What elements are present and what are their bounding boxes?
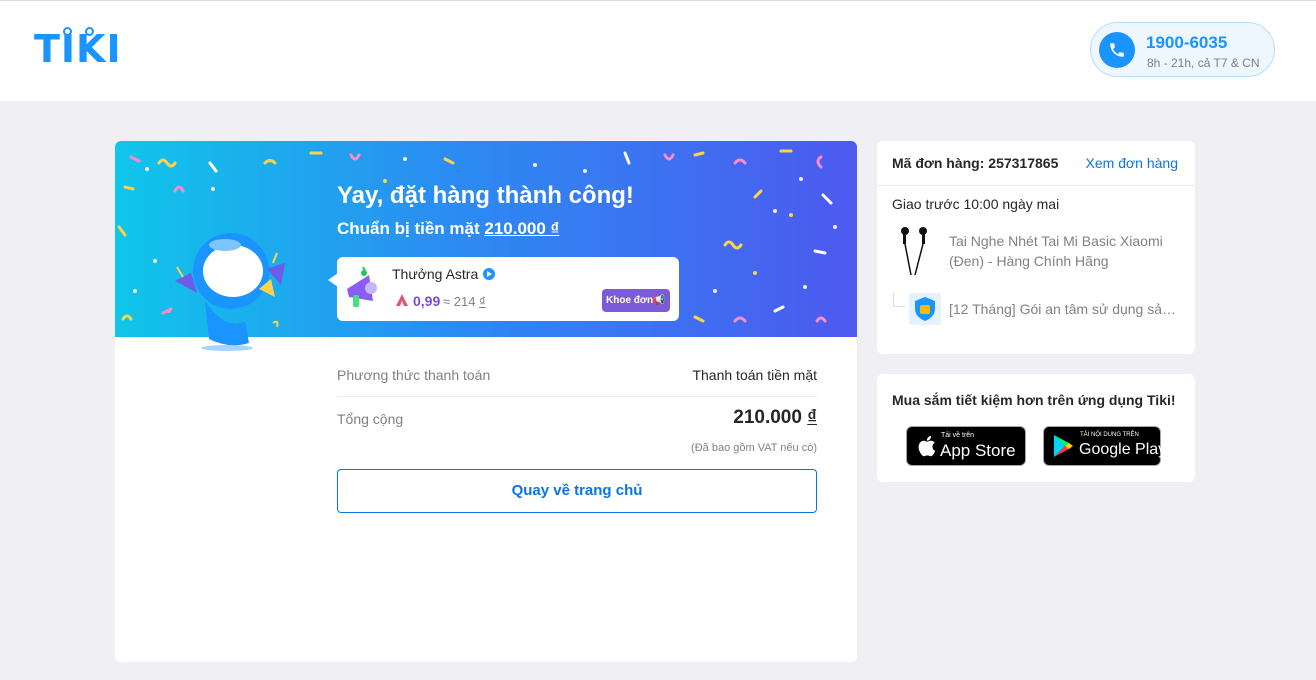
tiki-mascot-illustration: [167, 233, 285, 351]
view-order-link[interactable]: Xem đơn hàng: [1086, 155, 1178, 171]
logo-dot: [85, 27, 94, 36]
top-header: TIKI 1900-6035 8h - 21h, cả T7 & CN: [0, 0, 1316, 101]
order-success-card: Yay, đặt hàng thành công! Chuẩn bị tiền …: [115, 141, 857, 662]
astra-icon: [396, 294, 408, 306]
astra-approx-value: ≈ 214 ₫: [443, 294, 486, 309]
total-row: Tổng cộng 210.000 ₫: [337, 407, 817, 428]
total-value: 210.000 ₫: [733, 407, 817, 428]
item-connector: [893, 293, 905, 307]
hotline-badge[interactable]: 1900-6035 8h - 21h, cả T7 & CN: [1090, 22, 1275, 77]
tiki-logo[interactable]: TIKI: [34, 27, 122, 69]
google-play-label: Google Play: [1079, 441, 1167, 458]
google-play-button[interactable]: TẢI NỘI DUNG TRÊN Google Play: [1043, 426, 1166, 466]
order-item-name: Tai Nghe Nhét Tai Mi Basic Xiaomi (Đen) …: [949, 233, 1163, 269]
astra-value: 0,99: [413, 293, 441, 309]
shield-icon: [909, 293, 941, 325]
payment-method-row: Phương thức thanh toán Thanh toán tiền m…: [337, 367, 817, 383]
google-play-small-text: TẢI NỘI DUNG TRÊN: [1080, 432, 1139, 438]
total-label: Tổng cộng: [337, 411, 404, 427]
success-banner: Yay, đặt hàng thành công! Chuẩn bị tiền …: [115, 141, 857, 351]
earphones-icon: [901, 227, 927, 276]
hotline-number: 1900-6035: [1146, 33, 1228, 52]
hotline-hours: 8h - 21h, cả T7 & CN: [1147, 56, 1260, 70]
apple-icon: [918, 435, 936, 457]
app-store-button[interactable]: Tải về trên App Store: [906, 426, 1026, 466]
order-summary-header: Mã đơn hàng: 257317865 Xem đơn hàng: [877, 141, 1195, 186]
phone-icon: [1099, 32, 1135, 68]
cash-amount: 210.000 ₫: [484, 219, 560, 238]
astra-reward-label: Thưởng Astra: [392, 266, 479, 282]
success-title: Yay, đặt hàng thành công!: [337, 182, 634, 209]
order-code: Mã đơn hàng: 257317865: [892, 155, 1059, 171]
app-promo-title: Mua sắm tiết kiệm hơn trên ứng dụng Tiki…: [892, 392, 1176, 408]
megaphone-icon: [347, 266, 377, 307]
order-item-name: [12 Tháng] Gói an tâm sử dụng sản phẩm: [949, 301, 1183, 317]
app-promo-card: Mua sắm tiết kiệm hơn trên ứng dụng Tiki…: [877, 374, 1195, 482]
share-order-button[interactable]: Khoe đơn 📢: [602, 289, 670, 312]
app-store-small-text: Tải về trên: [941, 432, 975, 439]
payment-method-value: Thanh toán tiền mặt: [692, 367, 817, 383]
logo-dot: [63, 27, 72, 36]
app-store-label: App Store: [940, 441, 1016, 460]
delivery-estimate: Giao trước 10:00 ngày mai: [892, 196, 1060, 212]
back-to-home-button[interactable]: Quay về trang chủ: [337, 469, 817, 513]
astra-reward-box: Thưởng Astra 0,99 ≈ 214 ₫ Khoe đơn 📢: [328, 257, 679, 321]
share-icon: 📢: [652, 295, 665, 306]
payment-method-label: Phương thức thanh toán: [337, 367, 491, 383]
vat-note: (Đã bao gồm VAT nếu có): [691, 442, 817, 454]
order-summary-card: Mã đơn hàng: 257317865 Xem đơn hàng Giao…: [877, 141, 1195, 354]
info-icon[interactable]: [483, 268, 495, 280]
cash-reminder: Chuẩn bị tiền mặt 210.000 ₫: [337, 219, 560, 238]
google-play-icon: [1054, 435, 1073, 457]
divider: [337, 396, 817, 397]
